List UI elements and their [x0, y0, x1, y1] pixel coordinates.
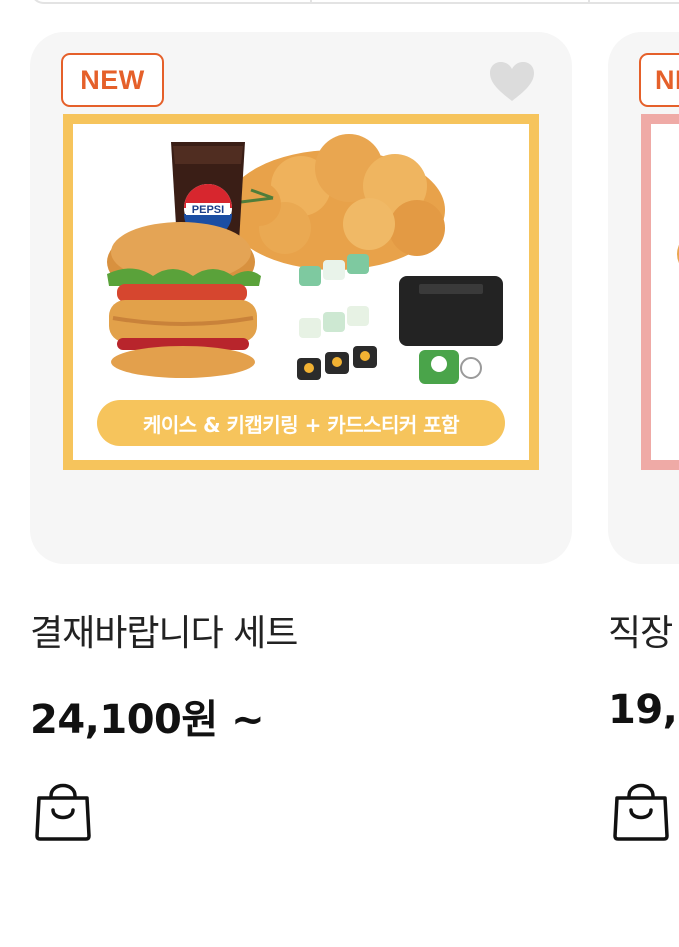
svg-text:PEPSI: PEPSI: [192, 204, 224, 216]
set-menu-illustration: [677, 244, 679, 264]
skull-keycap-charm-image: [419, 350, 482, 384]
category-filter-bar: [30, 0, 679, 4]
product-price: 24,100원 ~: [30, 697, 265, 743]
product-price: 19,9: [608, 687, 679, 733]
filter-segment[interactable]: [32, 0, 312, 2]
filter-segment[interactable]: [590, 0, 679, 2]
fried-chicken-image: [225, 134, 445, 270]
product-name[interactable]: 결재바랍니다 세트: [30, 604, 298, 656]
product-image-box[interactable]: NE: [608, 32, 679, 564]
product-card[interactable]: NEW PEPSI 케이스 & 키캡키링 + 카드스티커 포함 결재바랍니다 세…: [30, 32, 572, 841]
heart-icon[interactable]: [489, 61, 535, 103]
product-card[interactable]: NE 직장 19,9: [608, 32, 679, 841]
filter-segment[interactable]: [312, 0, 590, 2]
shopping-bag-icon[interactable]: [611, 778, 671, 842]
burger-image: [107, 222, 261, 378]
promo-caption: 케이스 & 키캡키링 + 카드스티커 포함: [97, 400, 505, 446]
shopping-bag-icon[interactable]: [33, 778, 93, 842]
keycap-keyring-image: [297, 254, 377, 380]
promo-banner: PEPSI 케이스 & 키캡키링 + 카드스티커 포함: [63, 114, 539, 470]
black-case-image: [399, 276, 503, 346]
new-badge: NE: [639, 53, 679, 107]
product-image-box[interactable]: NEW PEPSI 케이스 & 키캡키링 + 카드스티커 포함: [30, 32, 572, 564]
new-badge: NEW: [61, 53, 164, 107]
product-list-viewport: NEW PEPSI 케이스 & 키캡키링 + 카드스티커 포함 결재바랍니다 세…: [0, 0, 679, 947]
promo-banner: [641, 114, 679, 470]
product-name[interactable]: 직장: [608, 604, 673, 656]
